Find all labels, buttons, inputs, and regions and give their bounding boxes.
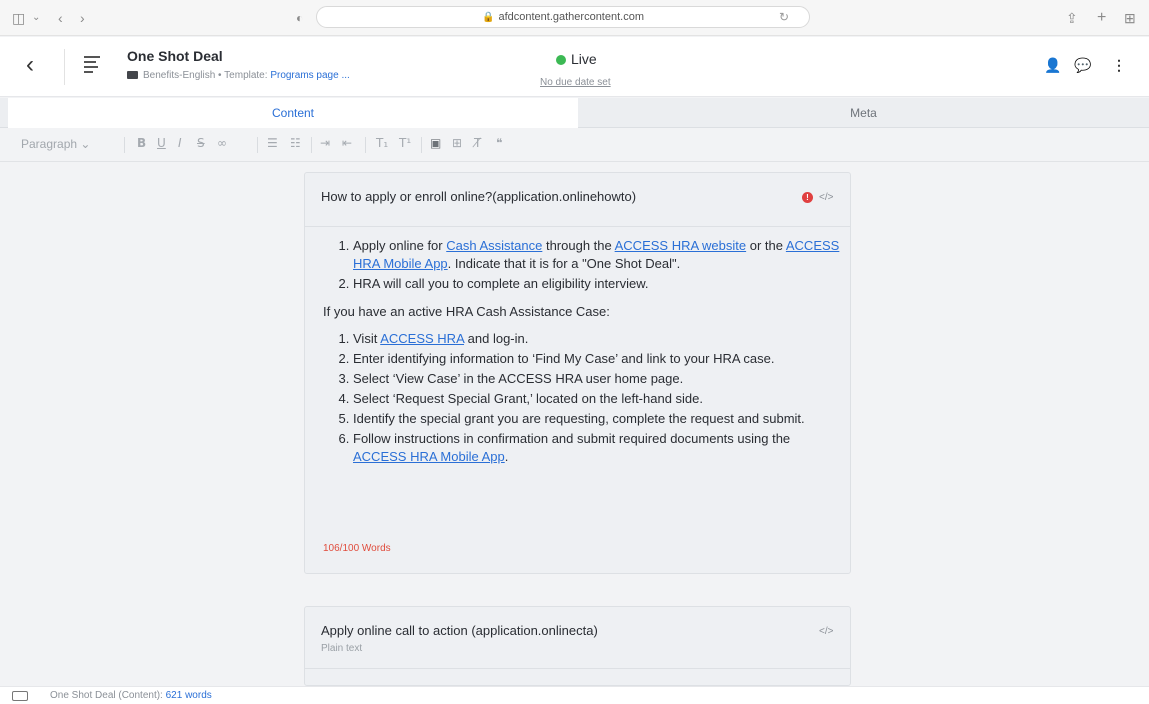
new-tab-icon[interactable]: + [1097,9,1106,27]
folder-icon [127,71,138,79]
paragraph-style-label: Paragraph [21,137,78,151]
field-header: How to apply or enroll online?(applicati… [305,173,850,227]
keyboard-icon[interactable] [12,691,28,701]
list-item: Enter identifying information to ‘Find M… [353,350,843,368]
italic-icon[interactable]: I [178,136,182,150]
status-dot [556,55,566,65]
share-icon[interactable]: ⇪ [1066,9,1078,27]
toolbar-divider [421,137,422,153]
back-icon[interactable]: ‹ [26,53,34,77]
item-header: ‹ One Shot Deal Benefits-English • Templ… [0,37,1149,97]
field-type: Plain text [321,643,363,654]
superscript-icon[interactable]: T¹ [399,136,411,150]
list-item: Select ‘Request Special Grant,’ located … [353,390,843,408]
reload-icon[interactable]: ↻ [779,10,789,24]
folder-name[interactable]: Benefits-English [143,70,215,81]
tab-overview-icon[interactable]: ⊞ [1124,9,1136,27]
status-bar: One Shot Deal (Content): 621 words [0,686,1149,704]
paragraph-style-select[interactable]: Paragraph ⌄ [21,137,90,151]
field-card[interactable]: Apply online call to action (application… [304,606,851,686]
word-count-summary: One Shot Deal (Content): 621 words [50,690,212,701]
access-hra-app-link[interactable]: ACCESS HRA Mobile App [353,449,505,464]
body-paragraph: If you have an active HRA Cash Assistanc… [323,304,610,319]
list-item: HRA will call you to complete an eligibi… [353,275,843,293]
field-title: Apply online call to action (application… [321,623,598,638]
cash-assistance-link[interactable]: Cash Assistance [446,238,542,253]
clear-format-icon[interactable]: T̸ [474,136,481,150]
comments-icon[interactable]: 💬 [1074,57,1091,74]
indent-icon[interactable]: ⇥ [320,136,330,150]
image-icon[interactable]: ▣ [430,136,441,150]
subscript-icon[interactable]: T₁ [376,136,388,150]
breadcrumb-separator: • [218,70,222,81]
error-icon[interactable]: ! [802,192,813,203]
field-card[interactable]: How to apply or enroll online?(applicati… [304,172,851,574]
toolbar-divider [365,137,366,153]
total-words: 621 words [165,690,212,701]
strikethrough-icon[interactable]: S [197,136,205,150]
toolbar-divider [124,137,125,153]
due-date-link[interactable]: No due date set [540,77,611,88]
field-header: Apply online call to action (application… [305,607,850,669]
more-options-icon[interactable]: ⋮ [1112,57,1126,74]
access-hra-website-link[interactable]: ACCESS HRA website [615,238,747,253]
outdent-icon[interactable]: ⇤ [342,136,352,150]
forward-arrow-icon[interactable]: › [80,9,85,27]
list-item: Follow instructions in confirmation and … [353,430,843,466]
back-arrow-icon[interactable]: ‹ [58,9,63,27]
list-item: Select ‘View Case’ in the ACCESS HRA use… [353,370,843,388]
link-icon[interactable]: ∞ [217,136,227,150]
field-content[interactable]: Apply online for Cash Assistance through… [323,237,843,468]
access-hra-link[interactable]: ACCESS HRA [380,331,464,346]
underline-icon[interactable]: U [157,136,166,150]
field-title: How to apply or enroll online?(applicati… [321,189,637,204]
page-title: One Shot Deal [127,48,223,64]
bullet-list-icon[interactable]: ☰ [267,136,278,150]
browser-toolbar: ◫ ⌄ ‹ › ◐ 🔒 afdcontent.gathercontent.com … [0,0,1149,36]
bold-icon[interactable]: B [137,136,146,150]
list-item: Visit ACCESS HRA and log-in. [353,330,843,348]
table-icon[interactable]: ⊞ [452,136,462,150]
tab-meta[interactable]: Meta [578,98,1149,128]
breadcrumb: Benefits-English • Template: Programs pa… [127,70,350,81]
outline-menu-icon[interactable] [84,56,100,76]
code-icon[interactable]: </> [819,626,833,637]
url-text: afdcontent.gathercontent.com [498,11,644,23]
chevron-down-icon[interactable]: ⌄ [32,9,40,27]
word-count: 106/100 Words [323,543,391,554]
sidebar-toggle-icon[interactable]: ◫ [12,9,25,27]
status-badge[interactable]: Live [556,51,597,67]
privacy-shield-icon[interactable]: ◐ [296,9,303,27]
assignee-icon[interactable]: 👤 [1044,57,1061,74]
quote-icon[interactable]: ❝ [496,136,502,150]
toolbar-divider [257,137,258,153]
code-icon[interactable]: </> [819,192,833,203]
status-label: Live [571,51,597,67]
tab-content[interactable]: Content [8,98,578,128]
divider [64,49,65,85]
tab-bar: Content Meta [0,98,1149,128]
list-item: Identify the special grant you are reque… [353,410,843,428]
address-bar[interactable]: 🔒 afdcontent.gathercontent.com ↻ [316,6,810,28]
editor-toolbar: Paragraph ⌄ B U I S ∞ ☰ ☷ ⇥ ⇤ T₁ T¹ ▣ ⊞ … [0,128,1149,162]
toolbar-divider [311,137,312,153]
lock-icon: 🔒 [482,12,495,23]
chevron-down-icon: ⌄ [80,137,91,151]
numbered-list-icon[interactable]: ☷ [290,136,301,150]
template-label: Template: [224,70,268,81]
list-item: Apply online for Cash Assistance through… [353,237,843,273]
template-link[interactable]: Programs page ... [270,70,349,81]
